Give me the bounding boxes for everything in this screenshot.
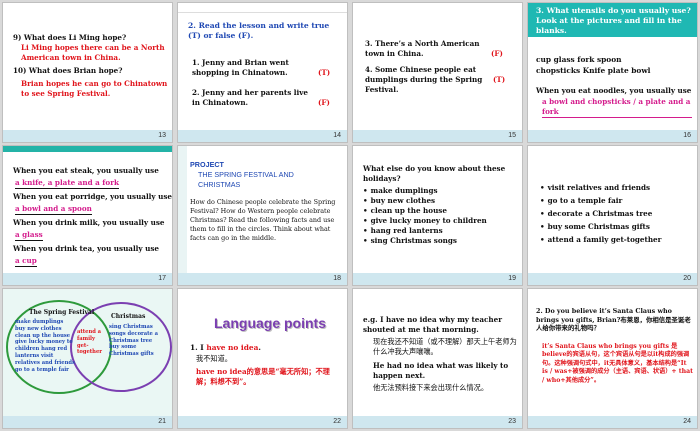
list-item: hang red lanterns bbox=[363, 226, 518, 236]
slide-footer-bar bbox=[3, 130, 172, 142]
point-1-translation: 我不知道。 bbox=[196, 354, 232, 363]
slide-number: 14 bbox=[333, 132, 341, 139]
list-item: decorate a Christmas tree bbox=[540, 207, 695, 220]
answer-9: Li Ming hopes there can be a North Ameri… bbox=[21, 43, 165, 62]
project-label: PROJECT bbox=[190, 160, 224, 169]
word-bank-row-1: cup glass fork spoon bbox=[536, 55, 622, 64]
slide-title: 3. What utensils do you usually use? Loo… bbox=[536, 6, 691, 35]
list-item: buy new clothes bbox=[363, 196, 518, 206]
statement-2: 2. Jenny and her parents live in Chinato… bbox=[192, 88, 308, 107]
answer-1: (T) bbox=[318, 68, 331, 77]
slide-number: 17 bbox=[158, 275, 166, 282]
slide-number: 22 bbox=[333, 418, 341, 425]
example-2: He had no idea what was likely to happen… bbox=[373, 361, 509, 380]
answer-3: a glass bbox=[15, 230, 43, 241]
question: What else do you know about these holida… bbox=[363, 164, 506, 183]
slide-thumbnail-17[interactable]: When you eat steak, you usually use a kn… bbox=[2, 145, 173, 286]
slide-header bbox=[178, 3, 347, 13]
list-item: buy some Christmas gifts bbox=[540, 220, 695, 233]
answer-1: a knife, a plate and a fork bbox=[15, 178, 119, 189]
slide-footer-bar bbox=[528, 273, 697, 285]
slide-number: 16 bbox=[683, 132, 691, 139]
slide-thumbnail-22[interactable]: Language points 1. I have no idea. 我不知道。… bbox=[177, 288, 348, 429]
point-1: 1. I have no idea. bbox=[190, 343, 261, 352]
example-2-translation: 他无法预料接下来会出现什么情况。 bbox=[373, 383, 489, 392]
slide-thumbnail-24[interactable]: 2. Do you believe it’s Santa Claus who b… bbox=[527, 288, 698, 429]
slide-footer-bar bbox=[353, 130, 522, 142]
list-item: make dumplings bbox=[363, 186, 518, 196]
list-item: clean up the house bbox=[363, 206, 518, 216]
word-bank-row-2: chopsticks Knife plate bowl bbox=[536, 66, 651, 75]
slide-footer-bar bbox=[528, 416, 697, 428]
list-item: go to a temple fair bbox=[540, 194, 695, 207]
answer-2: a bowl and a spoon bbox=[15, 204, 92, 215]
list-item: attend a family get-together bbox=[540, 233, 695, 246]
slide-thumbnail-20[interactable]: visit relatives and friends go to a temp… bbox=[527, 145, 698, 286]
question: When you eat noodles, you usually use bbox=[536, 86, 692, 95]
slide-footer-bar bbox=[178, 273, 347, 285]
usage-note: have no idea的意思是“毫无所知；不理解；料想不到”。 bbox=[196, 367, 330, 386]
answer-10: Brian hopes he can go to Chinatown to se… bbox=[21, 79, 168, 98]
slide-thumbnail-23[interactable]: e.g. I have no idea why my teacher shout… bbox=[352, 288, 523, 429]
answer-4: a cup bbox=[15, 256, 37, 267]
list-item: give lucky money to children bbox=[363, 216, 518, 226]
slide-number: 13 bbox=[158, 132, 166, 139]
slide-footer-bar bbox=[528, 130, 697, 142]
slide-footer-bar bbox=[178, 130, 347, 142]
answer-3: (F) bbox=[491, 49, 503, 58]
slide-thumbnail-19[interactable]: What else do you know about these holida… bbox=[352, 145, 523, 286]
statement-3: 3. There’s a North American town in Chin… bbox=[365, 39, 480, 58]
slide-number: 23 bbox=[508, 418, 516, 425]
slide-footer-bar bbox=[3, 273, 172, 285]
venn-left-items: make dumplings buy new clothes clean up … bbox=[15, 319, 75, 373]
point-2: 2. Do you believe it’s Santa Claus who b… bbox=[536, 307, 691, 333]
example-1: e.g. I have no idea why my teacher shout… bbox=[363, 315, 503, 334]
list-item: sing Christmas songs bbox=[363, 236, 518, 246]
slide-number: 19 bbox=[508, 275, 516, 282]
example-1-translation: 现在我还不知道（或不理解）那天上午老师为什么冲我大声嚷嚷。 bbox=[373, 337, 517, 356]
venn-right-title: Christmas bbox=[111, 313, 146, 320]
venn-middle-items: attend a family get-together bbox=[77, 329, 102, 356]
slide-header bbox=[3, 146, 172, 152]
statement-4: 4. Some Chinese people eat dumplings dur… bbox=[365, 65, 483, 94]
project-title: THE SPRING FESTIVAL AND CHRISTMAS bbox=[198, 170, 294, 189]
answer-4: (T) bbox=[493, 75, 506, 84]
statement-1: 1. Jenny and Brian went shopping in Chin… bbox=[192, 58, 289, 77]
slide-sorter-grid: 9) What does Li Ming hope? Li Ming hopes… bbox=[0, 0, 700, 431]
question-4: When you drink tea, you usually use bbox=[13, 244, 159, 253]
slide-footer-bar bbox=[178, 416, 347, 428]
slide-number: 21 bbox=[158, 418, 166, 425]
list-item: visit relatives and friends bbox=[540, 181, 695, 194]
question-3: When you drink milk, you usually use bbox=[13, 218, 165, 227]
slide-number: 15 bbox=[508, 132, 516, 139]
slide-thumbnail-13[interactable]: 9) What does Li Ming hope? Li Ming hopes… bbox=[2, 2, 173, 143]
slide-title: 2. Read the lesson and write true (T) or… bbox=[188, 21, 330, 40]
slide-number: 18 bbox=[333, 275, 341, 282]
slide-side-band bbox=[178, 146, 187, 285]
slide-thumbnail-21[interactable]: The Spring Festival make dumplings buy n… bbox=[2, 288, 173, 429]
venn-left-title: The Spring Festival bbox=[29, 309, 95, 316]
slide-thumbnail-14[interactable]: 2. Read the lesson and write true (T) or… bbox=[177, 2, 348, 143]
grammar-note: it’s Santa Claus who brings you gifts 是b… bbox=[542, 343, 693, 384]
holiday-activities-list: make dumplings buy new clothes clean up … bbox=[363, 186, 518, 246]
question-9: 9) What does Li Ming hope? bbox=[13, 33, 127, 42]
slide-number: 20 bbox=[683, 275, 691, 282]
question-1: When you eat steak, you usually use bbox=[13, 166, 159, 175]
slide-thumbnail-15[interactable]: 3. There’s a North American town in Chin… bbox=[352, 2, 523, 143]
answer: a bowl and chopsticks / a plate and a fo… bbox=[542, 97, 692, 118]
slide-number: 24 bbox=[683, 418, 691, 425]
venn-right-items: sing Christmas songs decorate a Christma… bbox=[109, 324, 159, 358]
slide-footer-bar bbox=[3, 416, 172, 428]
question-10: 10) What does Brian hope? bbox=[13, 66, 123, 75]
slide-title: Language points bbox=[214, 315, 326, 331]
slide-thumbnail-16[interactable]: 3. What utensils do you usually use? Loo… bbox=[527, 2, 698, 143]
question-2: When you eat porridge, you usually use bbox=[13, 192, 172, 201]
project-body: How do Chinese people celebrate the Spri… bbox=[190, 198, 336, 242]
holiday-activities-list: visit relatives and friends go to a temp… bbox=[540, 181, 695, 246]
slide-footer-bar bbox=[353, 416, 522, 428]
slide-thumbnail-18[interactable]: PROJECT THE SPRING FESTIVAL AND CHRISTMA… bbox=[177, 145, 348, 286]
slide-footer-bar bbox=[353, 273, 522, 285]
answer-2: (F) bbox=[318, 98, 330, 107]
